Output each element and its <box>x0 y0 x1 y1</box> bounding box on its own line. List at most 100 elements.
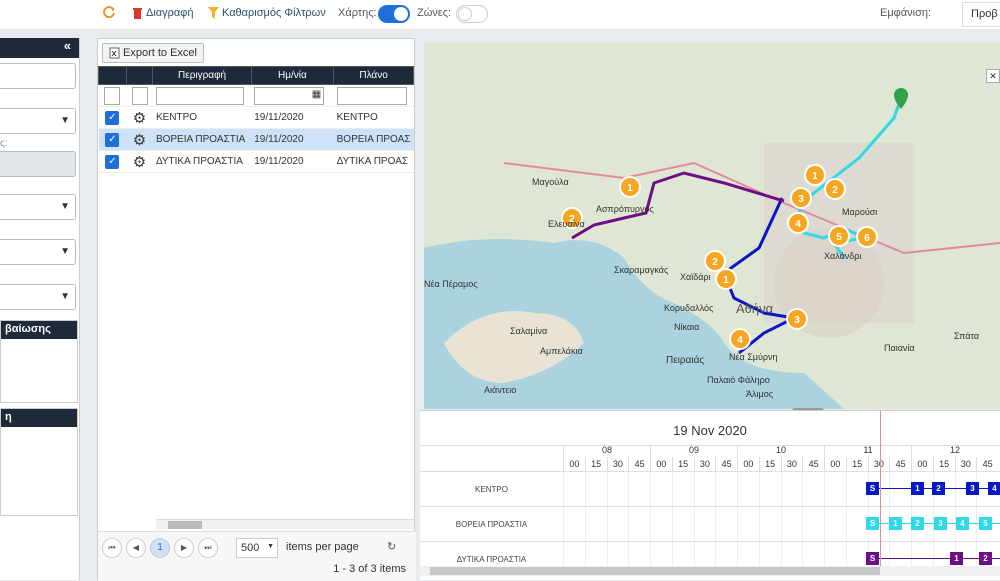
timeline-stop[interactable]: 2 <box>932 482 945 495</box>
map-label: Αιάντειο <box>484 385 517 395</box>
last-page-icon[interactable]: ⏭ <box>198 538 218 558</box>
map-label: Ελευσίνα <box>548 219 585 229</box>
timeline-stop[interactable]: 1 <box>950 552 963 565</box>
zones-toggle[interactable] <box>456 5 488 23</box>
timeline-stop[interactable]: 5 <box>979 517 992 530</box>
clear-filters-button[interactable]: Καθαρισμός Φίλτρων <box>208 7 326 19</box>
map-label: Σπάτα <box>954 331 980 341</box>
map-label: Σαλαμίνα <box>510 326 548 336</box>
top-toolbar: Διαγραφή Καθαρισμός Φίλτρων Χάρτης: Ζώνε… <box>0 0 1000 30</box>
timeline-quarter: 45 <box>889 457 911 471</box>
row-checkbox[interactable]: ✓ <box>105 132 120 147</box>
filter-select-4[interactable]: ▼ <box>0 284 76 310</box>
filter-blank[interactable] <box>131 86 148 105</box>
timeline-stop[interactable]: S <box>866 482 879 495</box>
timeline-quarter: 30 <box>954 457 977 471</box>
excel-icon <box>109 47 120 59</box>
first-page-icon[interactable]: ⏮ <box>102 538 122 558</box>
timeline-stop[interactable]: 1 <box>889 517 902 530</box>
chevron-down-icon: ▼ <box>60 291 70 302</box>
date-filter-input[interactable]: ▦ <box>254 86 325 105</box>
reload-icon[interactable]: ↻ <box>387 540 396 553</box>
filter-select-1[interactable]: ▼ <box>0 108 76 134</box>
map-label: Χαϊδάρι <box>680 272 711 282</box>
timeline-stop[interactable]: S <box>866 517 879 530</box>
col-header-description[interactable]: Περιγραφή <box>152 66 252 85</box>
table-row[interactable]: ✓ ⚙ ΔΥΤΙΚΑ ΠΡΟΑΣΤΙΑ 19/11/2020 ΔΥΤΙΚΑ ΠΡ… <box>98 150 414 173</box>
timeline-stop[interactable]: 4 <box>956 517 969 530</box>
map-label: Χαλάνδρι <box>824 251 862 261</box>
col-header-date[interactable]: Ημ/νία <box>250 66 335 85</box>
col-header-plan[interactable]: Πλάνο <box>333 66 414 85</box>
page-size-select[interactable]: 500 ▼ <box>236 538 278 558</box>
timeline-stop[interactable]: 2 <box>911 517 924 530</box>
timeline-row: ΚΕΝΤΡΟ S 1 2 3 4 <box>420 471 1000 506</box>
clear-filters-label: Καθαρισμός Φίλτρων <box>222 7 326 19</box>
timeline-quarter: 15 <box>932 457 955 471</box>
filter-disabled-field <box>0 151 76 177</box>
gear-icon[interactable]: ⚙ <box>126 106 153 129</box>
refresh-icon[interactable] <box>102 5 116 19</box>
timeline-stop[interactable]: 3 <box>966 482 979 495</box>
select-col-header <box>98 66 127 85</box>
svg-text:1: 1 <box>723 275 729 286</box>
svg-text:1: 1 <box>812 171 818 182</box>
plan-filter-input[interactable] <box>336 86 407 105</box>
row-description: ΔΥΤΙΚΑ ΠΡΟΑΣΤΙΑ <box>152 150 252 173</box>
row-checkbox[interactable]: ✓ <box>105 110 120 125</box>
map-label: Αθήνα <box>736 301 774 316</box>
timeline-quarter: 00 <box>824 457 846 471</box>
calendar-icon[interactable]: ▦ <box>312 89 321 100</box>
timeline-quarter: 45 <box>802 457 824 471</box>
caret-down-icon: ▼ <box>267 543 274 550</box>
prev-page-icon[interactable]: ◀ <box>126 538 146 558</box>
display-select[interactable]: Προβ <box>962 2 1000 27</box>
timeline-stop[interactable]: 3 <box>934 517 947 530</box>
svg-text:2: 2 <box>712 257 718 268</box>
description-filter-input[interactable] <box>155 86 244 105</box>
chevron-down-icon: ▼ <box>60 115 70 126</box>
delete-button[interactable]: Διαγραφή <box>132 7 194 19</box>
timeline-scrollbar[interactable] <box>420 566 1000 576</box>
collapse-sidebar-icon[interactable]: « <box>0 38 79 58</box>
routes-grid: Export to Excel Περιγραφή Ημ/νία Πλάνο ▦… <box>97 38 416 581</box>
delete-label: Διαγραφή <box>146 7 194 19</box>
filter-select-2[interactable]: ▼ <box>0 194 76 220</box>
timeline-stop[interactable]: S <box>866 552 879 565</box>
timeline-quarter: 00 <box>563 457 585 471</box>
map-toggle[interactable] <box>378 5 410 23</box>
page-button[interactable]: 1 <box>150 538 170 558</box>
filter-icon <box>208 7 219 19</box>
timeline-quarter: 15 <box>584 457 607 471</box>
map-zoom-icon[interactable]: ✕ <box>986 69 1000 83</box>
filter-select-3[interactable]: ▼ <box>0 239 76 265</box>
map-label: Νέα Σμύρνη <box>729 352 778 362</box>
timeline-stop[interactable]: 1 <box>911 482 924 495</box>
timeline-stop[interactable]: 2 <box>979 552 992 565</box>
confirmation-panel: βαίωσης <box>0 320 78 403</box>
route-map[interactable]: 12 21 34 12 34 56 Μαγούλα Ασπρόπυργος Ελ… <box>424 43 1000 409</box>
row-plan: ΔΥΤΙΚΑ ΠΡΟΑΣ <box>333 150 414 173</box>
export-excel-button[interactable]: Export to Excel <box>102 43 204 63</box>
next-page-icon[interactable]: ▶ <box>174 538 194 558</box>
filter-text-field[interactable] <box>0 63 76 89</box>
page-size-value: 500 <box>241 542 260 554</box>
grid-pager: ⏮ ◀ 1 ▶ ⏭ 500 ▼ items per page ↻ 1 - 3 o… <box>98 531 416 581</box>
table-row[interactable]: ✓ ⚙ ΒΟΡΕΙΑ ΠΡΟΑΣΤΙΑ 19/11/2020 ΒΟΡΕΙΑ ΠΡ… <box>98 128 414 151</box>
timeline-stop[interactable]: 4 <box>988 482 1000 495</box>
timeline-quarter: 45 <box>976 457 998 471</box>
row-checkbox[interactable]: ✓ <box>105 154 120 169</box>
svg-text:2: 2 <box>832 185 838 196</box>
gear-icon[interactable]: ⚙ <box>126 150 153 173</box>
table-row[interactable]: ✓ ⚙ ΚΕΝΤΡΟ 19/11/2020 ΚΕΝΤΡΟ <box>98 106 414 129</box>
timeline-date: 19 Nov 2020 <box>673 423 747 438</box>
export-label: Export to Excel <box>123 47 197 59</box>
zones-toggle-label: Ζώνες: <box>417 7 452 19</box>
horizontal-scrollbar[interactable] <box>156 519 414 529</box>
svg-text:5: 5 <box>836 232 842 243</box>
map-toggle-label: Χάρτης: <box>338 7 377 19</box>
second-panel: η <box>0 408 78 516</box>
gear-icon[interactable]: ⚙ <box>126 128 153 151</box>
timeline-row-label: ΔΥΤΙΚΑ ΠΡΟΑΣΤΙΑ <box>456 555 527 564</box>
select-all-checkbox[interactable] <box>104 86 121 105</box>
